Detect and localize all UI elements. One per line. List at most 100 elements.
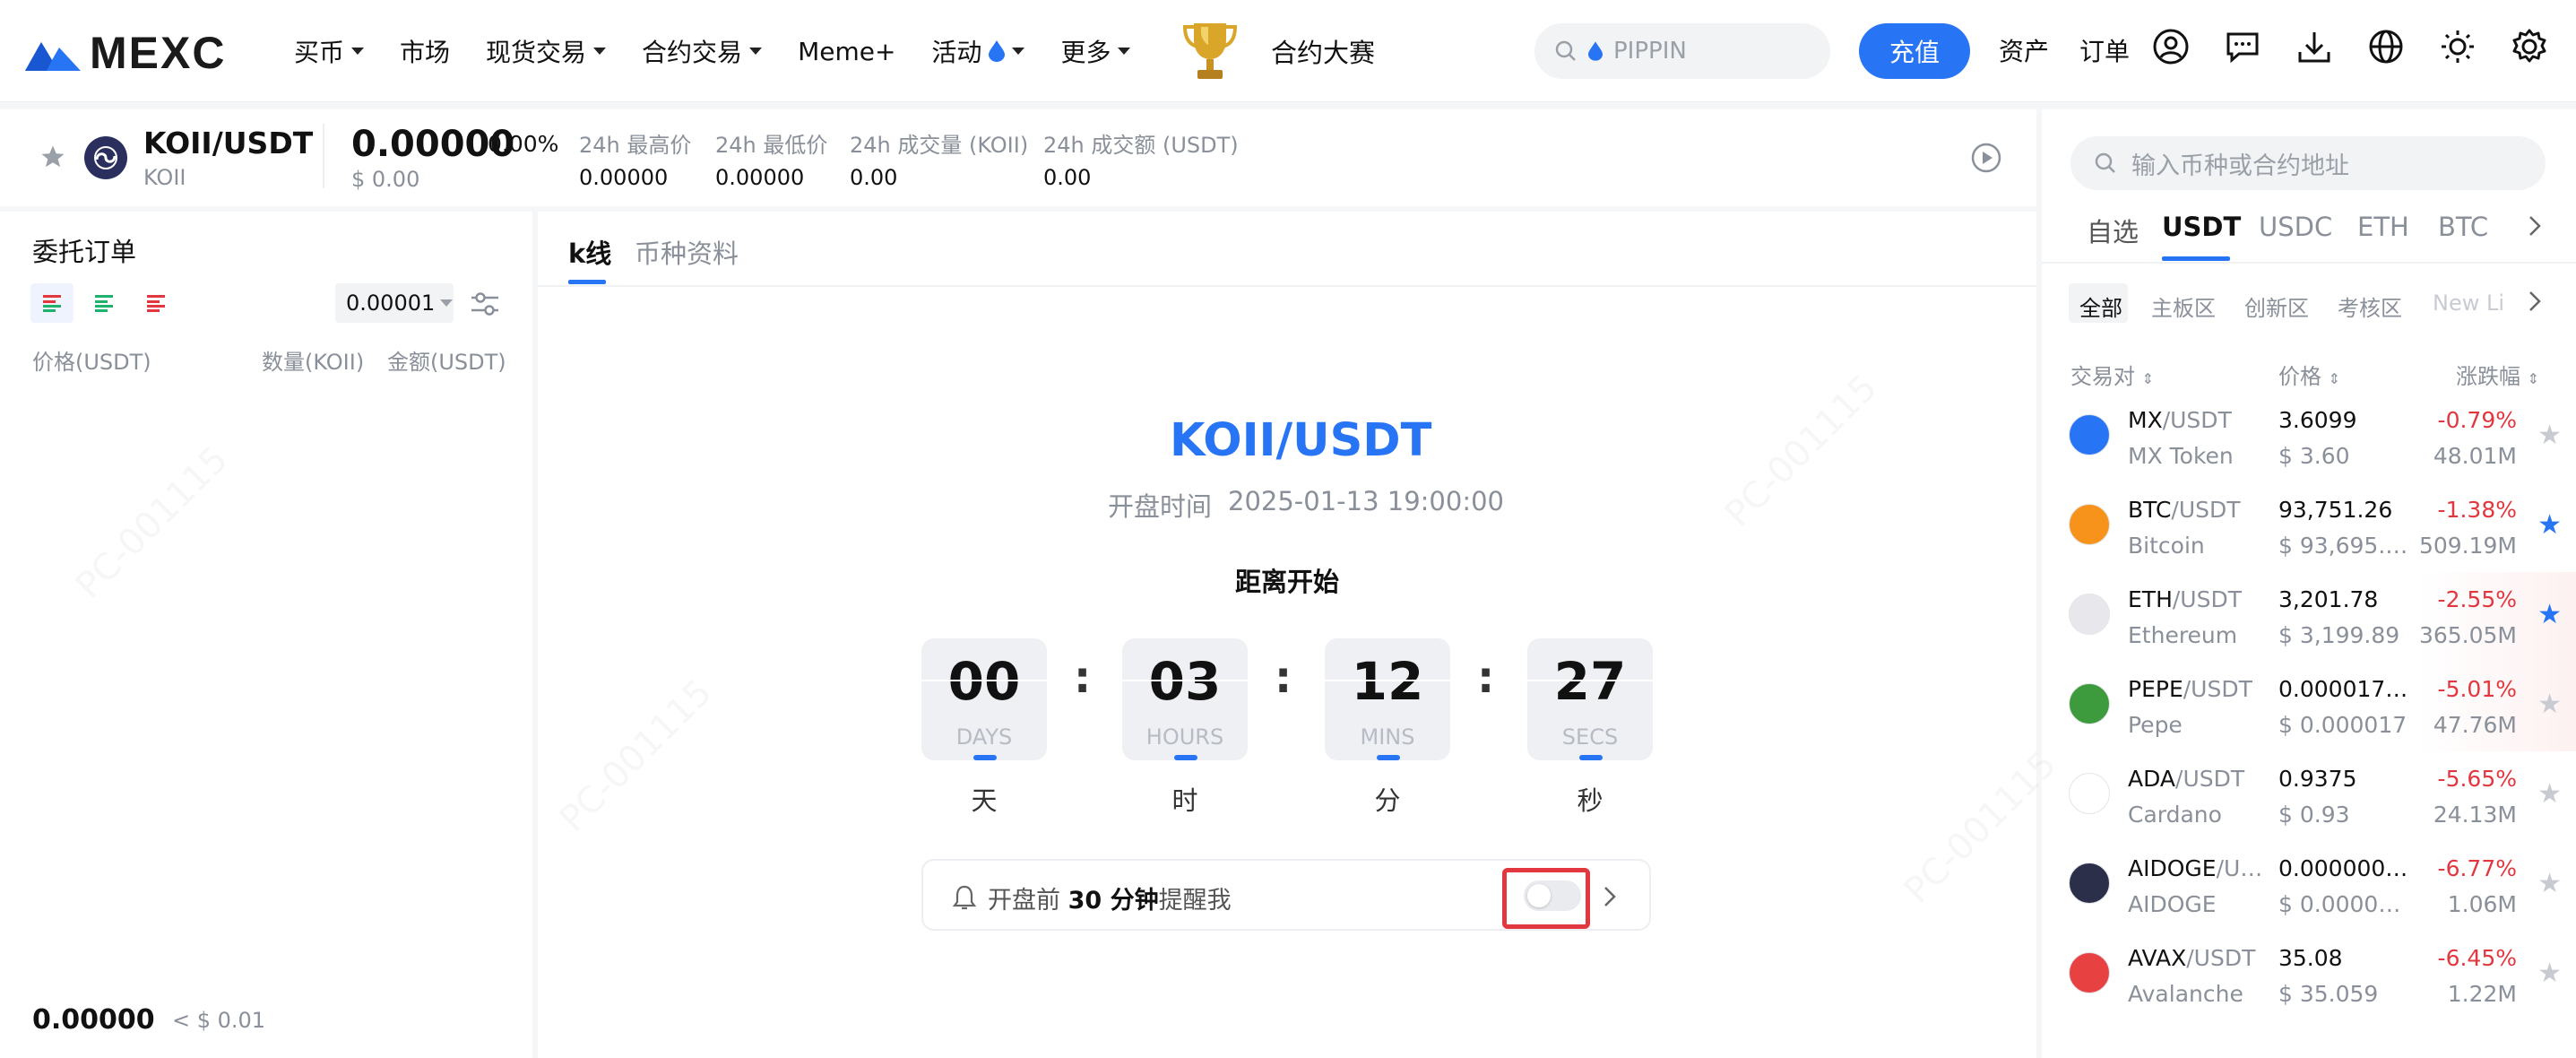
- tab-kline[interactable]: k线: [568, 233, 611, 271]
- brand-name: MEXC: [90, 28, 227, 78]
- mexc-logo[interactable]: MEXC: [25, 27, 226, 79]
- precision-value: 0.00001: [346, 291, 436, 316]
- col-price: 价格: [2278, 364, 2321, 389]
- quote-tab-eth[interactable]: ETH: [2357, 212, 2409, 242]
- coin-price: 35.08: [2278, 945, 2343, 971]
- precision-select[interactable]: 0.00001: [335, 283, 454, 323]
- unit-hours: 时: [1171, 785, 1198, 816]
- message-icon[interactable]: [2223, 27, 2262, 66]
- colon-separator: :: [1477, 653, 1495, 703]
- market-row[interactable]: MX/USDT MX Token 3.6099 $ 3.60 -0.79% 48.01M ★: [2042, 393, 2576, 482]
- top-header: MEXC 买币 市场 现货交易 合约交易 Meme+ 活动 更多 合约大赛 PI…: [0, 0, 2576, 102]
- unit-days: 天: [971, 785, 998, 816]
- chevron-right-icon[interactable]: [2526, 289, 2544, 314]
- nav-markets[interactable]: 市场: [400, 33, 450, 69]
- coin-usd-price: $ 0.00000…: [2278, 891, 2411, 917]
- col-pair-sort[interactable]: 交易对 ⇕: [2070, 359, 2154, 390]
- favorite-star-icon[interactable]: [39, 143, 66, 170]
- coin-price: 93,751.26: [2278, 497, 2393, 523]
- assets-link[interactable]: 资产: [1999, 32, 2049, 68]
- market-row[interactable]: ETH/USDT Ethereum 3,201.78 $ 3,199.89 -2.55%…: [2042, 572, 2576, 662]
- book-asks-icon[interactable]: [145, 292, 167, 314]
- tab-divider: [538, 285, 2036, 287]
- coin-name: Avalanche: [2128, 981, 2243, 1007]
- main-nav: 买币 市场 现货交易 合约交易 Meme+ 活动 更多: [294, 0, 1131, 102]
- deposit-button[interactable]: 充值: [1859, 23, 1970, 79]
- nav-events[interactable]: 活动: [931, 33, 1025, 69]
- chevron-down-icon: [593, 48, 607, 55]
- market-row[interactable]: AIDOGE/U… AIDOGE 0.0000000… $ 0.00000… -6.77…: [2042, 841, 2576, 931]
- global-search-input[interactable]: PIPPIN: [1534, 23, 1830, 79]
- flip-divider: [1325, 680, 1450, 681]
- nav-futures[interactable]: 合约交易: [642, 33, 763, 69]
- stat-label: 24h 成交量 (KOII): [850, 133, 1029, 158]
- nav-meme-plus[interactable]: Meme+: [798, 37, 895, 66]
- view-both-button[interactable]: [30, 283, 73, 323]
- quote-tab-btc[interactable]: BTC: [2438, 212, 2488, 242]
- book-last-usd: < $ 0.01: [172, 1008, 266, 1033]
- price-change: 0.00%: [488, 131, 559, 157]
- zone-tab-innovation[interactable]: 创新区: [2244, 291, 2309, 322]
- favorite-star-icon[interactable]: ★: [2537, 958, 2562, 989]
- zone-tab-all[interactable]: 全部: [2079, 291, 2122, 322]
- countdown-label: 距离开始: [1235, 567, 1340, 597]
- settings-gear-icon[interactable]: [2510, 27, 2549, 66]
- chevron-right-icon[interactable]: [2526, 213, 2544, 238]
- sort-icon: ⇕: [2527, 370, 2540, 387]
- favorite-star-icon[interactable]: ★: [2537, 868, 2562, 899]
- countdown-pair-title: KOII/USDT: [1170, 414, 1432, 467]
- col-price-sort[interactable]: 价格 ⇕: [2278, 359, 2340, 390]
- market-row[interactable]: BTC/USDT Bitcoin 93,751.26 $ 93,695.94 -1.38…: [2042, 482, 2576, 572]
- zone-tab-new[interactable]: New Li: [2433, 291, 2504, 316]
- chevron-down-icon: [1012, 48, 1025, 55]
- favorite-star-icon[interactable]: ★: [2537, 599, 2562, 630]
- col-amount: 金额(USDT): [387, 350, 506, 375]
- coin-usd-price: $ 93,695.94: [2278, 533, 2411, 559]
- user-icon[interactable]: [2151, 27, 2191, 66]
- zone-tab-main[interactable]: 主板区: [2151, 291, 2216, 322]
- market-search-input[interactable]: 输入币种或合约地址: [2070, 136, 2546, 190]
- chevron-right-icon[interactable]: [1601, 884, 1619, 909]
- sun-icon[interactable]: [2438, 27, 2477, 66]
- favorite-star-icon[interactable]: ★: [2537, 420, 2562, 451]
- nav-more[interactable]: 更多: [1060, 33, 1131, 69]
- contest-link[interactable]: 合约大赛: [1271, 32, 1375, 70]
- nav-label: 更多: [1060, 38, 1111, 67]
- col-change-sort[interactable]: 涨跌幅 ⇕: [2456, 359, 2539, 390]
- coin-icon: [2069, 773, 2110, 814]
- download-icon[interactable]: [2295, 27, 2334, 66]
- nav-buy-crypto[interactable]: 买币: [294, 33, 365, 69]
- nav-spot[interactable]: 现货交易: [486, 33, 607, 69]
- nav-label: 合约交易: [642, 38, 743, 67]
- trophy-icon[interactable]: [1181, 18, 1239, 84]
- droplet-icon: [1588, 41, 1603, 61]
- coin-usd-price: $ 0.000017: [2278, 712, 2407, 738]
- tab-divider: [2042, 262, 2576, 264]
- coin-price: 0.9375: [2278, 766, 2357, 792]
- pair-quote: /USDT: [2186, 945, 2256, 971]
- orders-link[interactable]: 订单: [2079, 32, 2130, 68]
- coin-icon: [2069, 952, 2110, 993]
- chevron-down-icon: [351, 48, 365, 55]
- book-bids-icon[interactable]: [93, 292, 115, 314]
- quote-tab-usdc[interactable]: USDC: [2259, 212, 2332, 242]
- market-row[interactable]: AVAX/USDT Avalanche 35.08 $ 35.059 -6.45% 1.2…: [2042, 931, 2576, 1020]
- globe-icon[interactable]: [2366, 27, 2406, 66]
- coin-change: -0.79%: [2437, 407, 2517, 433]
- ticker-pair[interactable]: KOII/USDT: [143, 126, 313, 160]
- bell-icon: [952, 885, 977, 910]
- quote-tab-favorites[interactable]: 自选: [2087, 212, 2139, 249]
- market-row[interactable]: PEPE/USDT Pepe 0.00001705 $ 0.000017 -5.01% 4…: [2042, 662, 2576, 751]
- settings-sliders-icon[interactable]: [470, 291, 500, 317]
- coin-icon: [2069, 594, 2110, 635]
- market-search-placeholder: 输入币种或合约地址: [2131, 152, 2349, 180]
- favorite-star-icon[interactable]: ★: [2537, 778, 2562, 810]
- pair-quote: /USDT: [2171, 497, 2241, 523]
- tab-coin-info[interactable]: 币种资料: [635, 233, 739, 271]
- favorite-star-icon[interactable]: ★: [2537, 689, 2562, 720]
- quote-tab-usdt[interactable]: USDT: [2162, 212, 2241, 242]
- market-row[interactable]: ADA/USDT Cardano 0.9375 $ 0.93 -5.65% 24.13M ★: [2042, 751, 2576, 841]
- favorite-star-icon[interactable]: ★: [2537, 509, 2562, 541]
- zone-tab-assessment[interactable]: 考核区: [2338, 291, 2402, 322]
- play-circle-icon[interactable]: [1970, 142, 2002, 174]
